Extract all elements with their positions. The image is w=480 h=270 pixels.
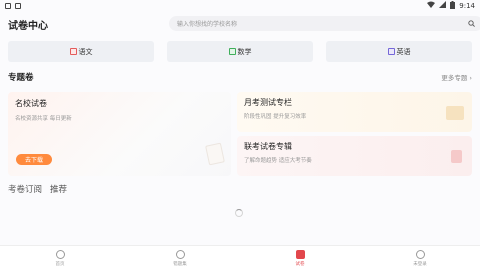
home-icon [55, 249, 65, 259]
download-button[interactable]: 去下载 [16, 154, 52, 165]
card-title: 联考试卷专辑 [244, 142, 292, 151]
notification-icon [5, 2, 11, 9]
subject-chinese-button[interactable]: 语文 [8, 41, 154, 62]
nav-label: 未登录 [413, 261, 427, 267]
nav-label: 试卷 [295, 261, 305, 267]
nav-papers[interactable]: 试卷 [275, 249, 325, 267]
subject-english-button[interactable]: 英语 [326, 41, 472, 62]
mistakes-icon [175, 249, 185, 259]
battery-icon [450, 0, 456, 11]
nav-profile[interactable]: 未登录 [395, 249, 445, 267]
document-icon [205, 142, 225, 166]
search-icon[interactable] [468, 20, 475, 27]
joint-exam-card[interactable]: 联考试卷专辑 了解命题趋势 适应大考节奏 [237, 136, 472, 176]
clock-time: 9:14 [459, 1, 475, 10]
folder-icon [451, 150, 462, 163]
subject-math-button[interactable]: 数学 [167, 41, 313, 62]
featured-card[interactable]: 名校试卷 名校资源共享 每日更新 去下载 [8, 92, 231, 176]
card-subtitle: 了解命题趋势 适应大考节奏 [244, 158, 312, 164]
papers-icon [295, 249, 305, 259]
featured-title: 名校试卷 [15, 99, 47, 108]
wifi-icon [427, 1, 436, 10]
more-topics-link[interactable]: 更多专题 › [441, 72, 472, 82]
page-title: 试卷中心 [8, 20, 48, 32]
nav-mistakes[interactable]: 错题集 [155, 249, 205, 267]
nav-label: 错题集 [173, 261, 187, 267]
section-header: 专题卷 更多专题 › [8, 71, 472, 83]
tab-subscriptions[interactable]: 考卷订阅 [8, 183, 42, 195]
search-placeholder: 输入你想找的学校名称 [177, 21, 238, 28]
signal-icon [439, 1, 447, 10]
profile-icon [415, 249, 425, 259]
subject-label: 英语 [396, 47, 411, 56]
header: 试卷中心 输入你想找的学校名称 [8, 16, 480, 32]
search-input[interactable]: 输入你想找的学校名称 [169, 16, 480, 31]
card-title: 月考测试专栏 [244, 98, 292, 107]
subject-list: 语文 数学 英语 [8, 41, 472, 62]
chinese-icon [69, 48, 77, 55]
section-title: 专题卷 [8, 73, 34, 83]
status-bar: 9:14 [0, 0, 480, 11]
book-icon [446, 106, 464, 120]
monthly-exam-card[interactable]: 月考测试专栏 阶段性巩固 提升复习效率 [237, 92, 472, 132]
subject-label: 语文 [78, 47, 93, 56]
tab-bar: 考卷订阅 推荐 [8, 183, 67, 195]
tab-recommended[interactable]: 推荐 [50, 183, 67, 195]
loading-spinner-icon [235, 209, 243, 217]
english-icon [387, 48, 395, 55]
bottom-nav: 首页 错题集 试卷 未登录 [0, 245, 480, 270]
math-icon [228, 48, 236, 55]
card-subtitle: 阶段性巩固 提升复习效率 [244, 114, 307, 120]
nav-home[interactable]: 首页 [35, 249, 85, 267]
subject-label: 数学 [237, 47, 252, 56]
nav-label: 首页 [55, 261, 65, 267]
download-status-icon [15, 2, 21, 9]
featured-subtitle: 名校资源共享 每日更新 [15, 116, 72, 122]
